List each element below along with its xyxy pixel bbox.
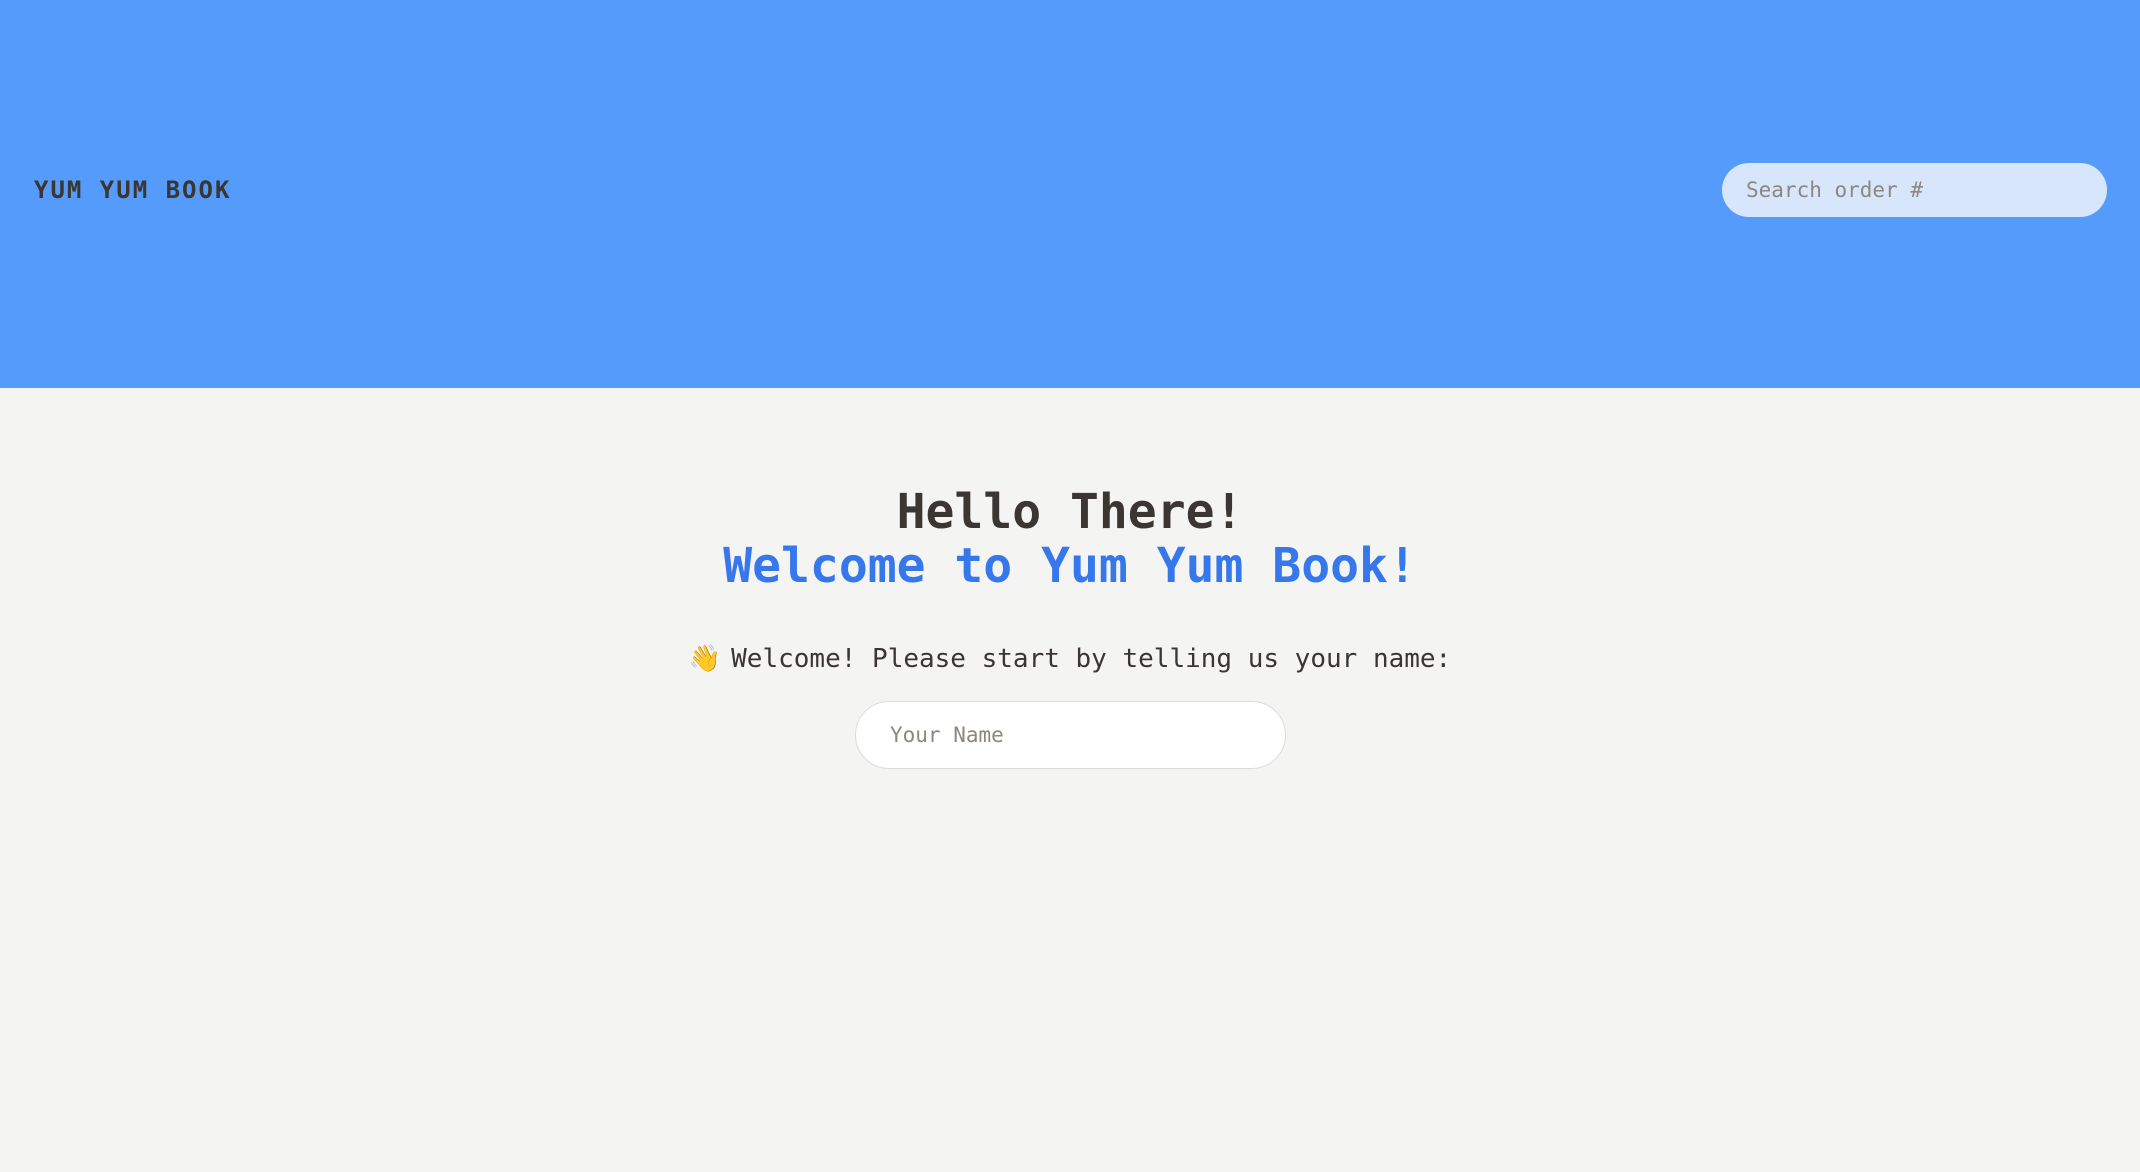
- order-search-box[interactable]: [1722, 163, 2107, 217]
- name-field-box[interactable]: [855, 701, 1286, 769]
- brand-logo-text[interactable]: YUM YUM BOOK: [34, 172, 231, 208]
- name-prompt: 👋 Welcome! Please start by telling us you…: [0, 642, 2140, 676]
- waving-hand-icon: 👋: [688, 644, 722, 674]
- name-prompt-text: Welcome! Please start by telling us your…: [731, 644, 1452, 674]
- header-bar: YUM YUM BOOK: [0, 0, 2140, 388]
- order-search-input[interactable]: [1722, 163, 2107, 217]
- greeting-heading: Hello There!: [896, 484, 1244, 540]
- welcome-heading: Welcome to Yum Yum Book!: [723, 538, 1417, 594]
- name-input[interactable]: [856, 702, 1285, 768]
- main-content: Hello There! Welcome to Yum Yum Book! 👋 W…: [0, 388, 2140, 1172]
